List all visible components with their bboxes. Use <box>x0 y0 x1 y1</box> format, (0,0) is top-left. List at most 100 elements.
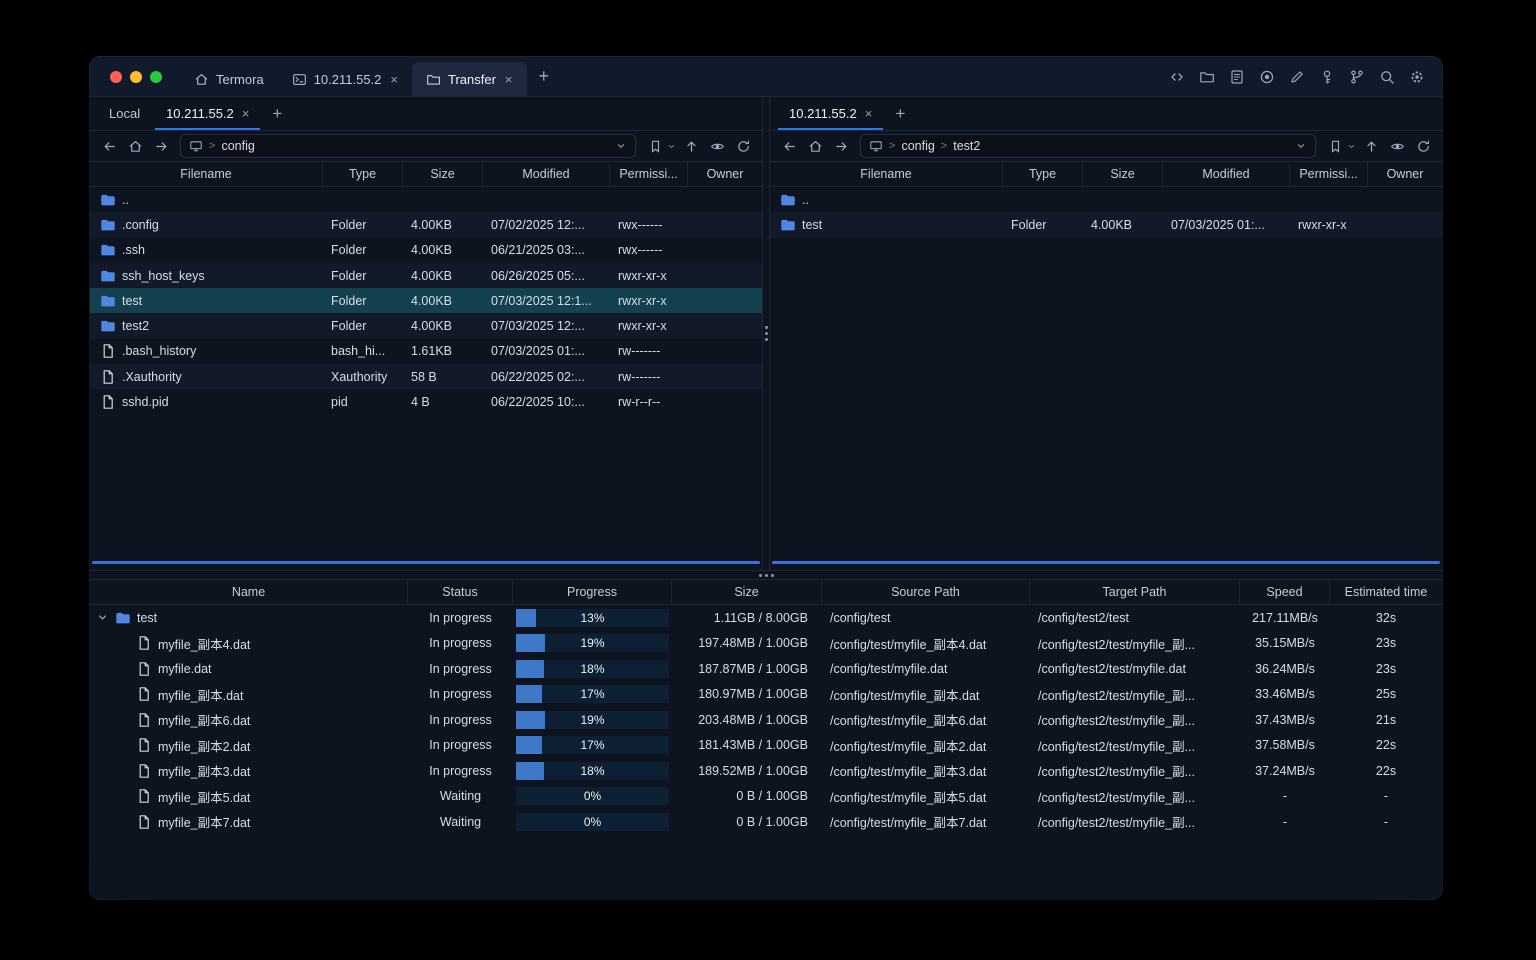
close-tab-icon[interactable]: × <box>390 72 398 87</box>
file-row[interactable]: ssh_host_keys Folder 4.00KB 06/26/2025 0… <box>90 262 762 289</box>
close-tab-icon[interactable]: × <box>865 106 873 121</box>
show-hidden-button[interactable] <box>1386 135 1408 157</box>
tab-remote-session[interactable]: 10.211.55.2 × <box>153 97 262 130</box>
settings-button[interactable] <box>1404 64 1430 90</box>
column-header-modified[interactable]: Modified <box>1163 162 1290 186</box>
tab-terminal-session[interactable]: 10.211.55.2 × <box>278 62 412 96</box>
horizontal-scrollbar[interactable] <box>772 561 1440 564</box>
upload-button[interactable] <box>680 135 702 157</box>
column-header-owner[interactable]: Owner <box>1368 162 1442 186</box>
journal-button[interactable] <box>1224 64 1250 90</box>
file-row[interactable]: .. <box>770 187 1442 212</box>
breadcrumb-segment[interactable]: test2 <box>953 139 980 153</box>
bookmark-button[interactable] <box>1324 135 1346 157</box>
show-hidden-button[interactable] <box>706 135 728 157</box>
home-button[interactable] <box>124 135 146 157</box>
column-header-target-path[interactable]: Target Path <box>1030 580 1240 604</box>
column-header-filename[interactable]: Filename <box>90 162 323 186</box>
column-header-type[interactable]: Type <box>1003 162 1083 186</box>
column-header-size[interactable]: Size <box>403 162 483 186</box>
panel-splitter[interactable] <box>762 97 770 570</box>
expander-chevron-icon[interactable] <box>96 611 109 624</box>
transfer-splitter[interactable] <box>90 570 1442 580</box>
chevron-down-icon[interactable] <box>1295 140 1307 152</box>
horizontal-scrollbar[interactable] <box>92 561 760 564</box>
file-row[interactable]: .config Folder 4.00KB 07/02/2025 12:... … <box>90 212 762 238</box>
minimize-window-button[interactable] <box>130 70 142 83</box>
column-header-estimated-time[interactable]: Estimated time <box>1330 580 1442 604</box>
journal-icon <box>1229 69 1245 85</box>
column-header-source-path[interactable]: Source Path <box>822 580 1030 604</box>
new-panel-tab-button[interactable]: + <box>262 97 292 130</box>
transfer-row[interactable]: myfile.dat In progress 18% 187.87MB / 1.… <box>90 656 1442 682</box>
tab-transfer[interactable]: Transfer × <box>412 62 527 96</box>
column-header-size[interactable]: Size <box>672 580 822 604</box>
search-button[interactable] <box>1374 64 1400 90</box>
forward-button[interactable] <box>830 135 852 157</box>
breadcrumb-segment[interactable]: config <box>901 139 934 153</box>
bookmark-dropdown-icon[interactable] <box>667 142 676 151</box>
chevron-down-icon[interactable] <box>615 140 627 152</box>
refresh-button[interactable] <box>1412 135 1434 157</box>
transfer-row[interactable]: myfile_副本6.dat In progress 19% 203.48MB … <box>90 707 1442 733</box>
column-header-progress[interactable]: Progress <box>513 580 672 604</box>
close-tab-icon[interactable]: × <box>242 106 250 121</box>
record-button[interactable] <box>1254 64 1280 90</box>
file-row[interactable]: .bash_history bash_hi... 1.61KB 07/03/20… <box>90 339 762 364</box>
file-row[interactable]: .ssh Folder 4.00KB 06/21/2025 03:... rwx… <box>90 238 762 263</box>
back-button[interactable] <box>98 135 120 157</box>
edit-button[interactable] <box>1284 64 1310 90</box>
progress-bar: 17% <box>516 685 669 704</box>
column-header-modified[interactable]: Modified <box>483 162 610 186</box>
keys-button[interactable] <box>1314 64 1340 90</box>
column-header-speed[interactable]: Speed <box>1240 580 1330 604</box>
file-row[interactable]: test Folder 4.00KB 07/03/2025 01:... rwx… <box>770 212 1442 238</box>
column-header-permissions[interactable]: Permissi... <box>1290 162 1368 186</box>
column-header-type[interactable]: Type <box>323 162 403 186</box>
file-row[interactable]: .. <box>90 187 762 212</box>
tab-local[interactable]: Local <box>96 97 153 130</box>
forward-button[interactable] <box>150 135 172 157</box>
branch-button[interactable] <box>1344 64 1370 90</box>
bookmark-button[interactable] <box>644 135 666 157</box>
file-row[interactable]: test Folder 4.00KB 07/03/2025 12:1... rw… <box>90 288 762 314</box>
transfer-row[interactable]: myfile_副本5.dat Waiting 0% 0 B / 1.00GB /… <box>90 784 1442 810</box>
transfer-row[interactable]: test In progress 13% 1.11GB / 8.00GB /co… <box>90 605 1442 631</box>
breadcrumb-segment[interactable]: config <box>221 139 254 153</box>
zoom-window-button[interactable] <box>150 70 162 83</box>
column-header-size[interactable]: Size <box>1083 162 1163 186</box>
file-name-cell: test2 <box>90 318 323 334</box>
file-size-cell: 4.00KB <box>411 293 453 308</box>
transfer-row[interactable]: myfile_副本7.dat Waiting 0% 0 B / 1.00GB /… <box>90 809 1442 835</box>
close-tab-icon[interactable]: × <box>505 72 513 87</box>
new-panel-tab-button[interactable]: + <box>885 97 915 130</box>
folder-icon <box>780 192 796 208</box>
file-row[interactable]: sshd.pid pid 4 B 06/22/2025 10:... rw-r-… <box>90 389 762 414</box>
transfer-speed-cell: 35.15MB/s <box>1255 636 1315 651</box>
bookmark-dropdown-icon[interactable] <box>1347 142 1356 151</box>
file-row[interactable]: test2 Folder 4.00KB 07/03/2025 12:... rw… <box>90 313 762 339</box>
home-button[interactable] <box>804 135 826 157</box>
column-header-filename[interactable]: Filename <box>770 162 1003 186</box>
upload-button[interactable] <box>1360 135 1382 157</box>
transfer-row[interactable]: myfile_副本3.dat In progress 18% 189.52MB … <box>90 758 1442 784</box>
column-header-permissions[interactable]: Permissi... <box>610 162 688 186</box>
transfer-row[interactable]: myfile_副本4.dat In progress 19% 197.48MB … <box>90 631 1442 657</box>
path-field[interactable]: > config > test2 <box>860 134 1316 158</box>
refresh-button[interactable] <box>732 135 754 157</box>
folder-button[interactable] <box>1194 64 1220 90</box>
tab-remote-session[interactable]: 10.211.55.2 × <box>776 97 885 130</box>
column-header-status[interactable]: Status <box>408 580 513 604</box>
close-window-button[interactable] <box>110 70 122 83</box>
path-field[interactable]: > config <box>180 134 636 158</box>
new-tab-button[interactable]: + <box>527 66 562 87</box>
code-button[interactable] <box>1164 64 1190 90</box>
file-row[interactable]: .Xauthority Xauthority 58 B 06/22/2025 0… <box>90 364 762 390</box>
column-header-owner[interactable]: Owner <box>688 162 762 186</box>
column-header-name[interactable]: Name <box>90 580 408 604</box>
transfer-row[interactable]: myfile_副本.dat In progress 17% 180.97MB /… <box>90 682 1442 708</box>
transfer-row[interactable]: myfile_副本2.dat In progress 17% 181.43MB … <box>90 733 1442 759</box>
tab-termora[interactable]: Termora <box>180 62 278 96</box>
back-button[interactable] <box>778 135 800 157</box>
file-permissions-cell: rwxr-xr-x <box>1298 217 1347 232</box>
